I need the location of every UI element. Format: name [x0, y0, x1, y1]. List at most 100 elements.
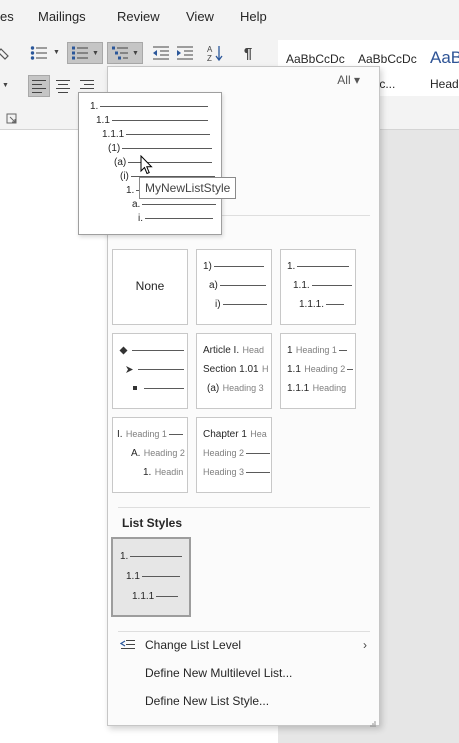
chevron-right-icon: ›	[363, 638, 367, 652]
level-text: Hea	[250, 429, 267, 439]
list-level-row: a.	[132, 198, 217, 210]
level-number: (1)	[108, 142, 121, 154]
list-library-item[interactable]	[112, 333, 188, 409]
gallery-filter-dropdown[interactable]: All ▾	[337, 73, 360, 87]
list-level-row: 1.1.1	[132, 590, 179, 602]
level-line	[122, 147, 213, 149]
level-number: 1.1	[126, 570, 140, 582]
level-number: A.	[131, 447, 141, 459]
level-text: Heading 1	[295, 345, 337, 355]
tab-help[interactable]: Help	[240, 9, 267, 24]
list-level-row: (a)	[114, 156, 213, 168]
level-line	[338, 349, 347, 351]
square-bullet-icon	[133, 385, 137, 390]
list-level-row: a)	[209, 279, 266, 291]
level-line	[100, 105, 209, 107]
resize-grip-icon[interactable]	[370, 716, 376, 727]
none-label: None	[135, 279, 165, 293]
list-level-row	[119, 344, 184, 356]
level-number: Chapter 1	[203, 428, 247, 440]
level-text: Heading 3	[222, 383, 264, 393]
tab-mailings[interactable]: Mailings	[38, 9, 86, 24]
level-line	[132, 349, 184, 351]
chevron-down-icon: ▼	[92, 49, 99, 57]
divider	[118, 507, 370, 508]
diamond-bullet-icon	[119, 346, 128, 354]
bullets-button[interactable]	[28, 42, 50, 64]
level-number: 1.1.1	[287, 382, 310, 394]
arrow-bullet-icon	[126, 365, 133, 373]
level-number: 1.1.1.	[299, 298, 325, 310]
define-new-multilevel-list-label: Define New Multilevel List...	[145, 666, 293, 680]
format-painter-icon[interactable]	[0, 43, 16, 65]
define-new-multilevel-list-menu-item[interactable]: Define New Multilevel List...	[108, 660, 379, 688]
numbering-button[interactable]: ▼	[67, 42, 103, 64]
list-library-item[interactable]: Article I. Head Section 1.01 H (a) Headi…	[196, 333, 272, 409]
change-list-level-menu-item[interactable]: Change List Level ›	[108, 632, 379, 660]
level-line	[126, 133, 211, 135]
align-center-button[interactable]	[52, 75, 74, 97]
level-line	[111, 119, 208, 121]
level-line	[347, 368, 354, 370]
style-heading[interactable]: AaB Head	[422, 40, 459, 96]
list-library-item[interactable]: I. Heading 1 A. Heading 2 1. Headin	[112, 417, 188, 493]
list-library-item[interactable]: 1 Heading 1 1.1 Heading 2 1.1.1 Heading	[280, 333, 356, 409]
dialog-launcher-icon[interactable]	[6, 113, 17, 124]
level-text: Heading 3	[203, 467, 245, 477]
chevron-down-icon: ▼	[132, 49, 139, 57]
tab-view[interactable]: View	[186, 9, 214, 24]
level-line	[141, 575, 180, 577]
level-line	[168, 433, 183, 435]
list-style-item-mynewliststyle[interactable]: 1. 1.1 1.1.1	[111, 537, 191, 617]
level-text: Heading 2	[203, 448, 245, 458]
level-text: H	[261, 364, 269, 374]
increase-indent-icon[interactable]	[174, 42, 196, 64]
level-number: a.	[132, 198, 141, 210]
level-text: Heading 2	[304, 364, 346, 374]
list-library-item[interactable]: Chapter 1 Hea Heading 2 Heading 3	[196, 417, 272, 493]
level-line	[142, 203, 217, 205]
list-level-row: (1)	[108, 142, 213, 154]
change-level-icon	[119, 639, 136, 656]
list-library-item[interactable]: 1) a) i)	[196, 249, 272, 325]
level-line	[222, 303, 267, 305]
list-level-row: 1 Heading 1	[287, 344, 347, 356]
change-list-level-label: Change List Level	[145, 638, 242, 652]
list-level-row: 1.	[120, 550, 183, 562]
show-formatting-icon[interactable]: ¶	[237, 42, 259, 64]
level-number: 1)	[203, 260, 212, 272]
level-number: 1.	[287, 260, 296, 272]
level-number: I.	[117, 428, 123, 440]
tab-references[interactable]: es	[0, 9, 14, 24]
level-number: i)	[215, 298, 221, 310]
level-number: 1.1	[287, 363, 301, 375]
level-line	[144, 387, 184, 389]
list-level-row: 1.	[90, 100, 209, 112]
tooltip: MyNewListStyle	[139, 177, 237, 199]
level-text: Heading 1	[125, 429, 167, 439]
sort-icon[interactable]: A Z	[204, 42, 226, 64]
menu-bar: es Mailings Review View Help	[0, 0, 459, 34]
level-number: Article I.	[203, 344, 240, 356]
chevron-down-icon[interactable]: ▼	[53, 49, 60, 56]
level-line	[219, 284, 266, 286]
tab-review[interactable]: Review	[117, 9, 160, 24]
style-sample: AaBbCcDc	[358, 52, 417, 66]
level-number: 1.	[120, 550, 129, 562]
decrease-indent-icon[interactable]	[150, 42, 172, 64]
style-name: Head	[430, 77, 459, 91]
list-level-row: Article I. Head	[203, 344, 264, 356]
level-text: Headin	[154, 467, 184, 477]
level-text: Head	[242, 345, 264, 355]
list-library-item[interactable]: 1. 1.1. 1.1.1.	[280, 249, 356, 325]
level-number: 1.	[126, 184, 135, 196]
list-library-item-none[interactable]: None	[112, 249, 188, 325]
define-new-list-style-menu-item[interactable]: Define New List Style...	[108, 688, 379, 716]
multilevel-list-button[interactable]: ▼	[107, 42, 143, 64]
align-left-button[interactable]	[28, 75, 50, 97]
list-level-row: I. Heading 1	[117, 428, 183, 440]
list-styles-heading: List Styles	[122, 516, 183, 530]
list-level-row: 1)	[203, 260, 264, 272]
list-level-row: (a) Heading 3	[207, 382, 264, 394]
list-level-row: 1.1 Heading 2	[287, 363, 354, 375]
